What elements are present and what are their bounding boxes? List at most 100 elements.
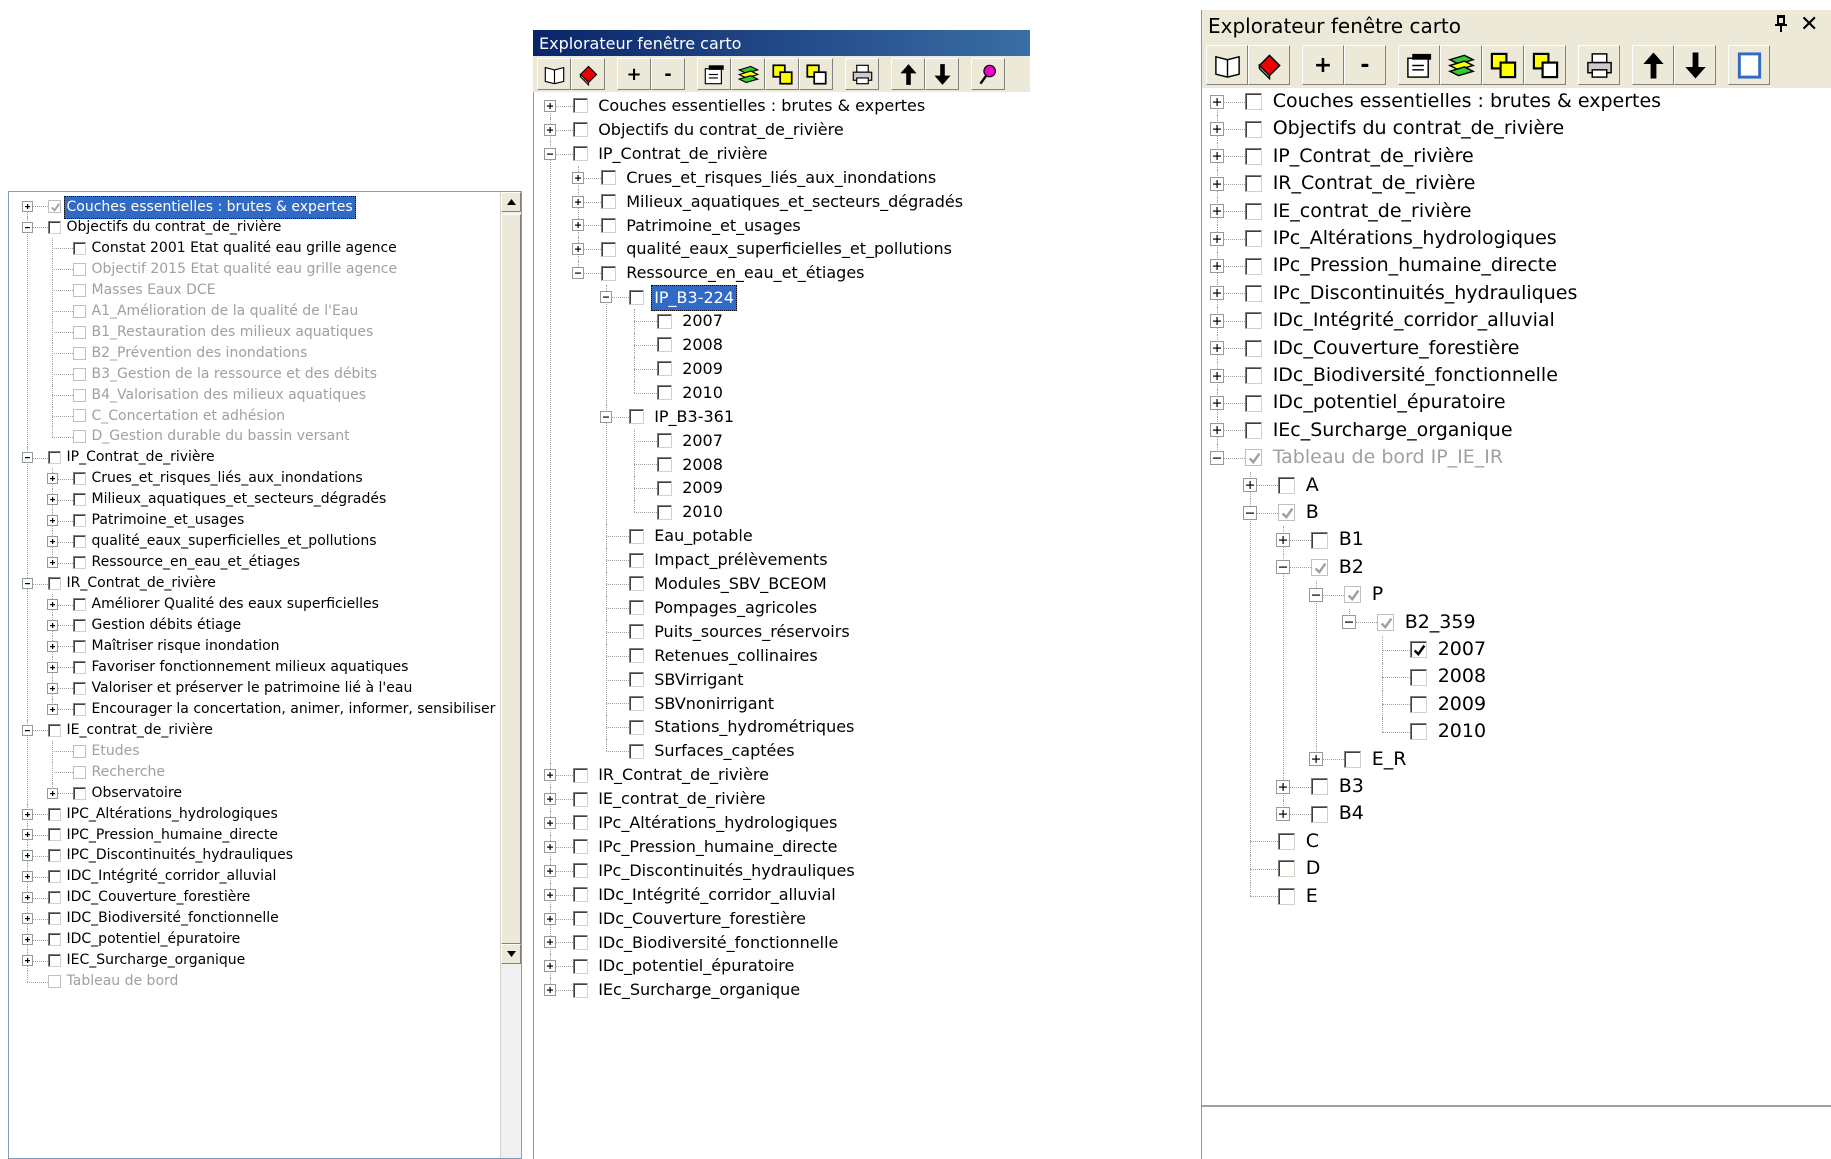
tree-item[interactable]: qualité_eaux_superficielles_et_pollution…	[9, 531, 521, 553]
checkbox[interactable]	[72, 765, 86, 779]
checkbox[interactable]	[1244, 312, 1262, 330]
tree-item[interactable]: IPC_Altérations_hydrologiques	[9, 803, 521, 825]
expand-icon[interactable]	[544, 984, 556, 997]
tree-item[interactable]: IDc_Couverture_forestière	[1202, 334, 1831, 362]
checkbox[interactable]	[72, 681, 86, 695]
expand-icon[interactable]	[21, 934, 33, 946]
tree-item[interactable]: IP_B3-224	[534, 285, 1030, 405]
scroll-down-button[interactable]	[501, 944, 521, 964]
checkbox[interactable]	[1310, 558, 1328, 576]
checkbox[interactable]	[1244, 120, 1262, 138]
eraser-button[interactable]	[1248, 45, 1290, 85]
expand-icon[interactable]	[1210, 423, 1224, 438]
tree-item[interactable]: IDC_Biodiversité_fonctionnelle	[9, 908, 521, 930]
arrow-up-button[interactable]	[1632, 45, 1674, 85]
checkbox[interactable]	[573, 958, 589, 974]
collapse-icon[interactable]	[1276, 560, 1290, 575]
collapse-icon[interactable]	[600, 291, 612, 304]
arrow-down-button[interactable]	[925, 58, 959, 90]
tree-item[interactable]: IDc_Intégrité_corridor_alluvial	[534, 882, 1030, 907]
expand-icon[interactable]	[21, 955, 33, 967]
checkbox[interactable]	[72, 702, 86, 716]
window-titlebar[interactable]: Explorateur fenêtre carto ✕	[1202, 10, 1831, 42]
collapse-icon[interactable]	[1309, 587, 1323, 602]
tree-item[interactable]: 2008	[534, 452, 1030, 477]
expand-icon[interactable]	[544, 888, 556, 901]
tree-item[interactable]: IEc_Surcharge_organique	[1202, 416, 1831, 445]
remove-button[interactable]: -	[651, 58, 685, 90]
expand-icon[interactable]	[21, 913, 33, 925]
checkbox[interactable]	[1244, 202, 1262, 220]
tree-item[interactable]: Ressource_en_eau_et_étiages	[534, 261, 1030, 285]
tree-item[interactable]: Surfaces_captées	[534, 739, 1030, 763]
tree-item[interactable]: IE_contrat_de_rivière	[9, 719, 521, 804]
checkbox[interactable]	[1244, 93, 1262, 111]
tree-item[interactable]: IEc_Surcharge_organique	[534, 978, 1030, 1002]
tree-item[interactable]: B4_Valorisation des milieux aquatiques	[9, 384, 521, 406]
checkbox[interactable]	[573, 887, 589, 903]
checkbox[interactable]	[47, 849, 61, 863]
collapse-icon[interactable]	[1243, 505, 1257, 520]
checkbox[interactable]	[629, 743, 645, 759]
collapse-icon[interactable]	[1342, 615, 1356, 630]
expand-icon[interactable]	[1243, 478, 1257, 493]
tree-item[interactable]: IDC_Couverture_forestière	[9, 887, 521, 909]
tree-item[interactable]: E_R	[1202, 745, 1831, 773]
tree-item[interactable]: IDc_Intégrité_corridor_alluvial	[1202, 307, 1831, 335]
checkbox[interactable]	[629, 576, 645, 592]
tree-item[interactable]: SBVirrigant	[534, 667, 1030, 692]
checkbox[interactable]	[657, 456, 673, 472]
checkbox[interactable]	[657, 433, 673, 449]
checkbox[interactable]	[1310, 531, 1328, 549]
tree-item[interactable]: IR_Contrat_de_rivière	[1202, 170, 1831, 198]
collapse-icon[interactable]	[21, 452, 33, 464]
expand-icon[interactable]	[21, 829, 33, 841]
tree-item[interactable]: IEC_Surcharge_organique	[9, 950, 521, 972]
checkbox[interactable]	[1409, 695, 1427, 713]
tree-item[interactable]: Objectifs du contrat_de_rivière	[1202, 115, 1831, 143]
checkbox[interactable]	[72, 262, 86, 276]
arrow-down-button[interactable]	[1674, 45, 1716, 85]
print-button[interactable]	[845, 58, 879, 90]
tree-item[interactable]: IR_Contrat_de_rivière	[9, 573, 521, 720]
expand-icon[interactable]	[46, 557, 58, 569]
expand-icon[interactable]	[544, 912, 556, 925]
tree-item[interactable]: IPc_Pression_humaine_directe	[1202, 252, 1831, 280]
tree-item[interactable]: B1_Restauration des milieux aquatiques	[9, 321, 521, 343]
checkbox[interactable]	[47, 723, 61, 737]
expand-icon[interactable]	[1210, 286, 1224, 301]
expand-icon[interactable]	[21, 871, 33, 883]
tree-item[interactable]: Maîtriser risque inondation	[9, 635, 521, 657]
expand-icon[interactable]	[46, 515, 58, 527]
expand-icon[interactable]	[46, 787, 58, 799]
pin-button[interactable]	[971, 58, 1005, 90]
checkbox[interactable]	[47, 912, 61, 926]
tree-item[interactable]: Constat 2001 Etat qualité eau grille age…	[9, 237, 521, 259]
select-button[interactable]	[1728, 45, 1770, 85]
expand-icon[interactable]	[1210, 259, 1224, 274]
tree-item[interactable]: Tableau de bord	[9, 971, 521, 992]
expand-icon[interactable]	[544, 99, 556, 112]
checkbox[interactable]	[72, 535, 86, 549]
expand-icon[interactable]	[1210, 313, 1224, 328]
expand-icon[interactable]	[46, 599, 58, 611]
tree-item[interactable]: Patrimoine_et_usages	[534, 213, 1030, 238]
expand-icon[interactable]	[1210, 341, 1224, 356]
expand-icon[interactable]	[1210, 149, 1224, 164]
checkbox[interactable]	[72, 430, 86, 444]
checkbox[interactable]	[657, 385, 673, 401]
checkbox[interactable]	[657, 361, 673, 377]
checkbox[interactable]	[1277, 504, 1295, 522]
collapse-icon[interactable]	[544, 147, 556, 160]
checkbox[interactable]	[47, 975, 61, 989]
tree-item[interactable]: B3_Gestion de la ressource et des débits	[9, 363, 521, 385]
checkbox[interactable]	[1409, 723, 1427, 741]
checkbox[interactable]	[601, 217, 617, 233]
tree-item[interactable]: 2008	[534, 333, 1030, 357]
copy-button[interactable]	[1482, 45, 1524, 85]
checkbox[interactable]	[573, 767, 589, 783]
checkbox[interactable]	[657, 337, 673, 353]
checkbox[interactable]	[1244, 175, 1262, 193]
expand-icon[interactable]	[1210, 176, 1224, 191]
expand-icon[interactable]	[46, 703, 58, 715]
